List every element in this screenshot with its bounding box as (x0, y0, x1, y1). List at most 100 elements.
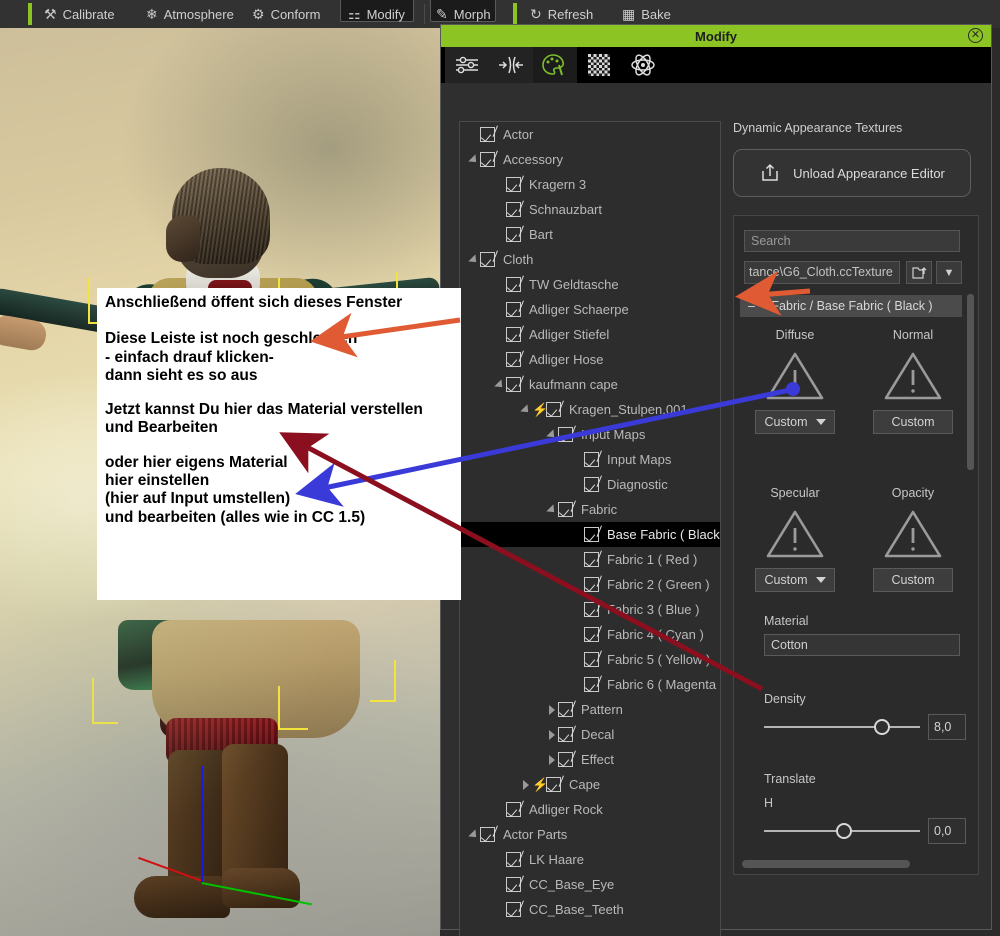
tree-checkbox[interactable] (506, 202, 521, 217)
tree-checkbox[interactable] (558, 727, 573, 742)
h-slider[interactable]: 0,0 (764, 818, 978, 844)
tab-sliders[interactable] (445, 47, 489, 83)
texture-path-field[interactable]: tance\G6_Cloth.ccTexture (744, 261, 900, 284)
slider-knob[interactable] (874, 719, 890, 735)
opacity-dropdown[interactable]: Custom (873, 568, 953, 592)
tree-checkbox[interactable] (558, 702, 573, 717)
chevron-down-icon[interactable]: ▼ (936, 261, 962, 284)
tree-checkbox[interactable] (480, 152, 495, 167)
tree-checkbox[interactable] (584, 577, 599, 592)
tree-checkbox[interactable] (584, 602, 599, 617)
tree-checkbox[interactable] (558, 752, 573, 767)
tree-row[interactable]: Input Maps (460, 447, 720, 472)
tree-checkbox[interactable] (546, 402, 561, 417)
tree-row[interactable]: ⚡ Kragen_Stulpen.001 (460, 397, 720, 422)
tree-row[interactable]: Adliger Hose (460, 347, 720, 372)
tree-checkbox[interactable] (506, 377, 521, 392)
tree-toggle-icon[interactable] (546, 697, 558, 722)
tree-checkbox[interactable] (584, 527, 599, 542)
tree-row[interactable]: Diagnostic (460, 472, 720, 497)
tree-checkbox[interactable] (506, 352, 521, 367)
tree-row[interactable]: Fabric 1 ( Red ) (460, 547, 720, 572)
tree-toggle-icon[interactable] (546, 747, 558, 772)
tree-row[interactable]: CC_Base_Teeth (460, 897, 720, 922)
specular-dropdown[interactable]: Custom (755, 568, 835, 592)
material-section-header[interactable]: – Fabric / Base Fabric ( Black ) (740, 295, 962, 317)
tab-physics[interactable] (621, 47, 665, 83)
tree-checkbox[interactable] (506, 877, 521, 892)
density-value[interactable]: 8,0 (928, 714, 966, 740)
tree-row[interactable]: Adliger Rock (460, 797, 720, 822)
tree-row[interactable]: LK Haare (460, 847, 720, 872)
tree-row[interactable]: Adliger Schaerpe (460, 297, 720, 322)
tree-row[interactable]: ⚡ Cape (460, 772, 720, 797)
material-input[interactable]: Cotton (764, 634, 960, 656)
tree-row[interactable]: Actor (460, 122, 720, 147)
diffuse-dropdown[interactable]: Custom (755, 410, 835, 434)
tree-toggle-icon[interactable] (468, 147, 480, 172)
close-icon[interactable]: ✕ (968, 28, 983, 43)
tree-row[interactable]: Accessory (460, 147, 720, 172)
toolbar-button-atmosphere[interactable]: ❄ Atmosphere (146, 0, 234, 28)
tree-row[interactable]: Decal (460, 722, 720, 747)
tree-row[interactable]: TW Geldtasche (460, 272, 720, 297)
tree-checkbox[interactable] (480, 252, 495, 267)
tree-toggle-icon[interactable] (546, 722, 558, 747)
tree-checkbox[interactable] (584, 627, 599, 642)
tree-checkbox[interactable] (546, 777, 561, 792)
density-slider[interactable]: 8,0 (764, 714, 978, 740)
tree-checkbox[interactable] (506, 852, 521, 867)
tree-checkbox[interactable] (506, 327, 521, 342)
toolbar-button-calibrate[interactable]: ⚒ Calibrate (44, 0, 115, 28)
tree-checkbox[interactable] (558, 427, 573, 442)
slider-knob[interactable] (836, 823, 852, 839)
tree-row[interactable]: Fabric (460, 497, 720, 522)
toolbar-button-modify[interactable]: ⚏ Modify (348, 0, 405, 28)
tab-appearance[interactable] (533, 47, 577, 83)
tree-toggle-icon[interactable] (546, 422, 558, 447)
tree-toggle-icon[interactable] (468, 247, 480, 272)
object-tree[interactable]: Actor Accessory Kragern 3 Schnauzbart Bart Cl… (459, 121, 721, 936)
normal-dropdown[interactable]: Custom (873, 410, 953, 434)
vertical-scrollbar[interactable] (967, 294, 974, 470)
tree-checkbox[interactable] (584, 552, 599, 567)
tab-morph-constrain[interactable] (489, 47, 533, 83)
tree-toggle-icon[interactable] (520, 772, 532, 797)
tree-row[interactable]: Input Maps (460, 422, 720, 447)
tree-row[interactable]: Fabric 4 ( Cyan ) (460, 622, 720, 647)
tree-row[interactable]: Schnauzbart (460, 197, 720, 222)
tree-row[interactable]: Fabric 6 ( Magenta ) (460, 672, 720, 697)
tree-checkbox[interactable] (558, 502, 573, 517)
tree-row[interactable]: Actor Parts (460, 822, 720, 847)
tree-row[interactable]: CC_Base_Eye (460, 872, 720, 897)
tree-row[interactable]: Kragern 3 (460, 172, 720, 197)
tree-row[interactable]: Fabric 5 ( Yellow ) (460, 647, 720, 672)
tree-toggle-icon[interactable] (468, 822, 480, 847)
collapse-icon[interactable]: – (748, 299, 760, 313)
tree-row[interactable]: Effect (460, 747, 720, 772)
tree-checkbox[interactable] (480, 827, 495, 842)
toolbar-button-conform[interactable]: ⚙ Conform (252, 0, 320, 28)
tree-checkbox[interactable] (584, 452, 599, 467)
unload-appearance-editor-button[interactable]: Unload Appearance Editor (733, 149, 971, 197)
tree-checkbox[interactable] (584, 652, 599, 667)
tree-toggle-icon[interactable] (546, 497, 558, 522)
tab-texture[interactable] (577, 47, 621, 83)
tree-toggle-icon[interactable] (520, 397, 532, 422)
tree-checkbox[interactable] (506, 227, 521, 242)
tree-row[interactable]: Cloth (460, 247, 720, 272)
tree-row[interactable]: Base Fabric ( Black ) (460, 522, 720, 547)
horizontal-scrollbar[interactable] (742, 860, 910, 868)
tree-row[interactable]: Fabric 2 ( Green ) (460, 572, 720, 597)
search-input[interactable]: Search (744, 230, 960, 252)
tree-row[interactable]: Bart (460, 222, 720, 247)
tree-checkbox[interactable] (480, 127, 495, 142)
tree-row[interactable]: Adliger Stiefel (460, 322, 720, 347)
tree-row[interactable]: Fabric 3 ( Blue ) (460, 597, 720, 622)
tree-checkbox[interactable] (506, 802, 521, 817)
slider-track[interactable] (764, 726, 920, 728)
tree-checkbox[interactable] (584, 677, 599, 692)
tree-checkbox[interactable] (506, 302, 521, 317)
tree-checkbox[interactable] (584, 477, 599, 492)
h-value[interactable]: 0,0 (928, 818, 966, 844)
